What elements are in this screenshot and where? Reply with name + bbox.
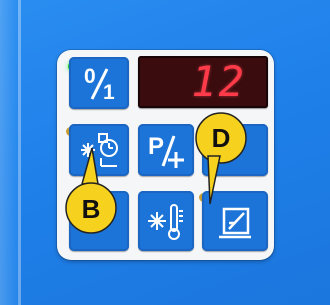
callout-b-label: B <box>81 194 101 224</box>
display-value: 12 <box>191 57 246 106</box>
temperature-display: 12 <box>138 56 268 108</box>
power-key[interactable]: 0 1 <box>69 57 129 109</box>
housing-stripe <box>18 0 21 305</box>
housing-edge <box>0 0 18 305</box>
snowflake-thermometer-icon <box>148 204 183 240</box>
power-toggle-icon: 0 1 <box>84 65 115 103</box>
svg-text:1: 1 <box>103 81 115 103</box>
program-plus-icon: P <box>148 133 184 168</box>
svg-text:0: 0 <box>84 65 96 88</box>
svg-text:P: P <box>148 133 164 160</box>
mode-key[interactable]: P <box>138 124 194 176</box>
temperature-key[interactable] <box>138 191 194 251</box>
callout-d-label: D <box>211 123 231 153</box>
